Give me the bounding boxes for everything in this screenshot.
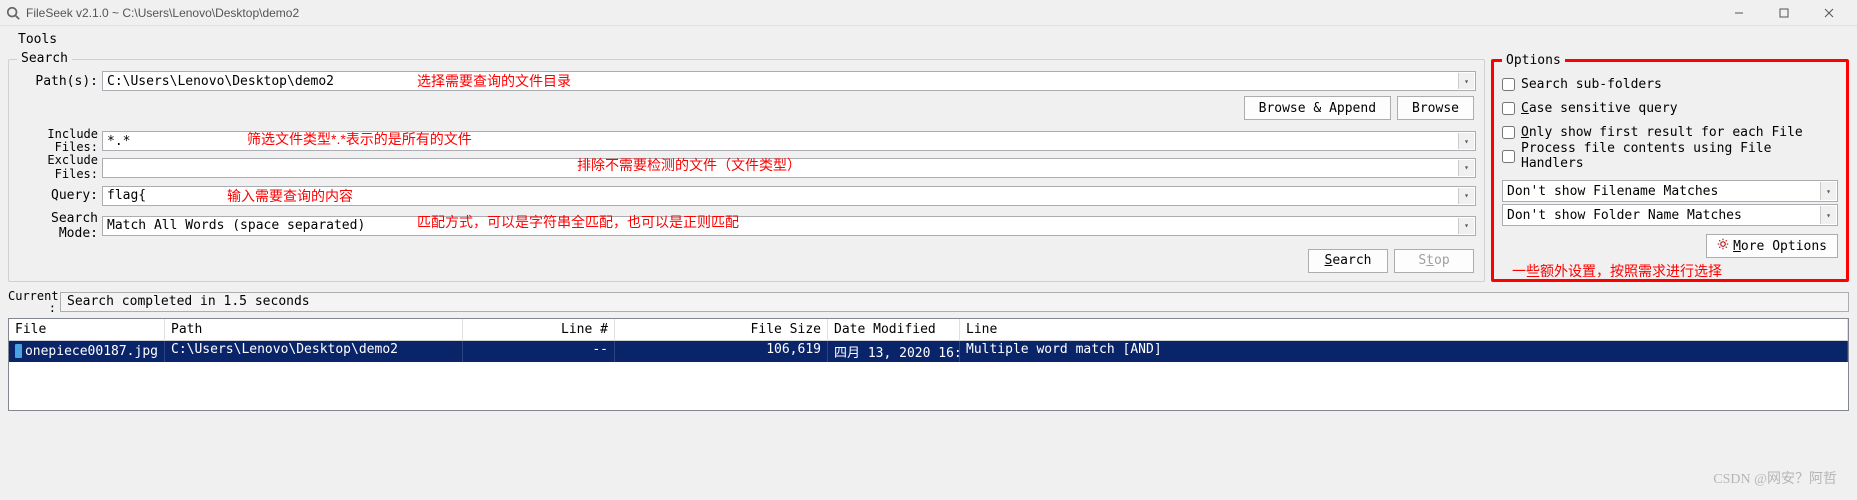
browse-button[interactable]: Browse <box>1397 96 1474 120</box>
exclude-label: ExcludeFiles: <box>17 154 102 180</box>
col-header-path[interactable]: Path <box>165 319 463 340</box>
app-icon <box>6 6 20 20</box>
titlebar-text: FileSeek v2.1.0 ~ C:\Users\Lenovo\Deskto… <box>26 6 1716 20</box>
close-button[interactable] <box>1806 0 1851 26</box>
minimize-button[interactable] <box>1716 0 1761 26</box>
checkbox-input[interactable] <box>1502 150 1515 163</box>
folder-matches-select[interactable]: Don't show Folder Name Matches ▾ <box>1502 204 1838 226</box>
checkbox-sub-folders[interactable]: Search sub-folders <box>1502 72 1838 96</box>
stop-button: Stop <box>1394 249 1474 273</box>
filename-matches-select[interactable]: Don't show Filename Matches ▾ <box>1502 180 1838 202</box>
file-icon <box>15 344 22 358</box>
query-label: Query: <box>17 188 102 203</box>
chevron-down-icon[interactable]: ▾ <box>1820 206 1836 224</box>
checkbox-input[interactable] <box>1502 78 1515 91</box>
results-header: File Path Line # File Size Date Modified… <box>9 319 1848 341</box>
paths-input[interactable]: C:\Users\Lenovo\Desktop\demo2 ▾ <box>102 71 1476 91</box>
checkbox-input[interactable] <box>1502 102 1515 115</box>
search-group-title: Search <box>17 51 72 66</box>
results-empty-area <box>9 362 1848 410</box>
cell-path: C:\Users\Lenovo\Desktop\demo2 <box>165 341 463 362</box>
query-input[interactable]: flag{ ▾ <box>102 186 1476 206</box>
options-group-title: Options <box>1502 53 1565 68</box>
table-row[interactable]: onepiece00187.jpg C:\Users\Lenovo\Deskto… <box>9 341 1848 362</box>
chevron-down-icon[interactable]: ▾ <box>1458 160 1474 176</box>
options-group: Options Search sub-folders Case sensitiv… <box>1491 59 1849 282</box>
cell-line: Multiple word match [AND] <box>960 341 1848 362</box>
chevron-down-icon[interactable]: ▾ <box>1458 188 1474 204</box>
checkbox-input[interactable] <box>1502 126 1515 139</box>
col-header-linenum[interactable]: Line # <box>463 319 615 340</box>
results-table: File Path Line # File Size Date Modified… <box>8 318 1849 411</box>
include-input[interactable]: *.* ▾ <box>102 131 1476 151</box>
exclude-input[interactable]: ▾ <box>102 158 1476 178</box>
watermark: CSDN @网安？阿哲 <box>1713 468 1837 488</box>
search-group: Search Path(s): C:\Users\Lenovo\Desktop\… <box>8 59 1485 282</box>
annotation-options: 一些额外设置，按照需求进行选择 <box>1512 261 1722 281</box>
current-status: Search completed in 1.5 seconds <box>60 292 1849 312</box>
chevron-down-icon[interactable]: ▾ <box>1820 182 1836 200</box>
chevron-down-icon[interactable]: ▾ <box>1458 218 1474 234</box>
chevron-down-icon[interactable]: ▾ <box>1458 133 1474 149</box>
cell-size: 106,619 <box>615 341 828 362</box>
titlebar: FileSeek v2.1.0 ~ C:\Users\Lenovo\Deskto… <box>0 0 1857 26</box>
checkbox-case-sensitive[interactable]: Case sensitive query <box>1502 96 1838 120</box>
paths-label: Path(s): <box>17 74 102 89</box>
cell-date: 四月 13, 2020 16:32 <box>828 341 960 362</box>
more-options-button[interactable]: More Options <box>1706 234 1838 258</box>
chevron-down-icon[interactable]: ▾ <box>1458 73 1474 89</box>
menubar: Tools <box>0 26 1857 53</box>
gear-icon <box>1717 238 1729 254</box>
current-label: Current: <box>8 290 60 314</box>
browse-append-button[interactable]: Browse & Append <box>1244 96 1391 120</box>
col-header-line[interactable]: Line <box>960 319 1848 340</box>
maximize-button[interactable] <box>1761 0 1806 26</box>
checkbox-file-handlers[interactable]: Process file contents using File Handler… <box>1502 144 1838 168</box>
mode-select[interactable]: Match All Words (space separated) ▾ <box>102 216 1476 236</box>
col-header-date[interactable]: Date Modified <box>828 319 960 340</box>
cell-file: onepiece00187.jpg <box>9 341 165 362</box>
col-header-file[interactable]: File <box>9 319 165 340</box>
cell-linenum: -- <box>463 341 615 362</box>
search-button[interactable]: Search <box>1308 249 1388 273</box>
mode-label: Search Mode: <box>17 211 102 241</box>
current-row: Current: Search completed in 1.5 seconds <box>0 290 1857 318</box>
col-header-size[interactable]: File Size <box>615 319 828 340</box>
menu-tools[interactable]: Tools <box>12 30 63 49</box>
include-label: IncludeFiles: <box>17 128 102 154</box>
